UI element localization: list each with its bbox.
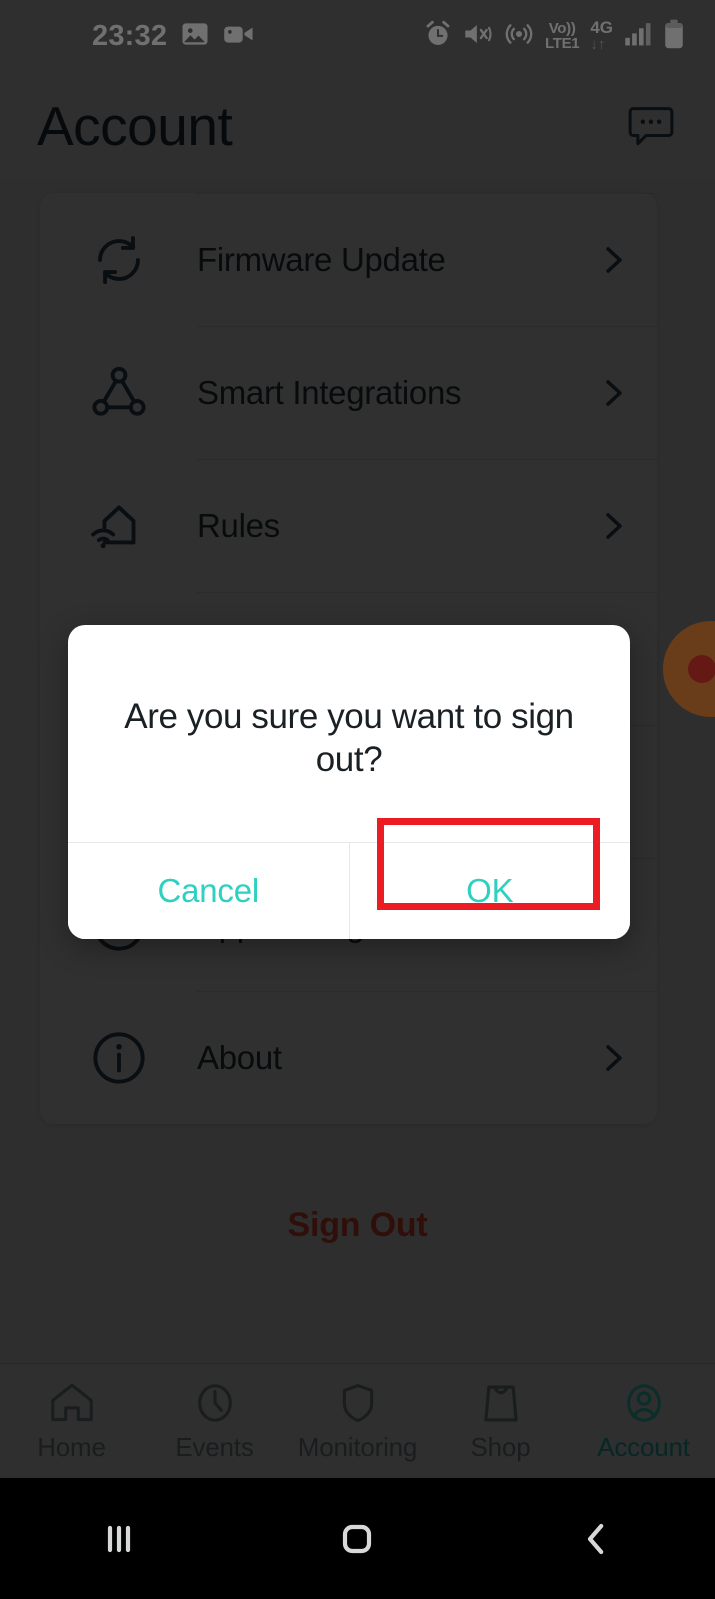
- dialog-message: Are you sure you want to sign out?: [124, 697, 574, 780]
- settings-row-label: Firmware Update: [197, 240, 446, 278]
- home-icon: [48, 1378, 96, 1428]
- settings-row-label: About: [197, 1038, 282, 1076]
- settings-row-label: Rules: [197, 506, 280, 544]
- sync-refresh-icon: [40, 229, 197, 291]
- volte-indicator: Vo)) LTE1: [544, 20, 580, 52]
- tab-monitoring[interactable]: Monitoring: [286, 1364, 429, 1463]
- node-network-icon: [40, 362, 197, 424]
- volte-label-bottom: LTE1: [544, 35, 580, 52]
- android-nav-bar: [0, 1478, 715, 1599]
- shield-icon: [334, 1378, 382, 1428]
- record-dot-icon: [688, 655, 715, 683]
- signal-bars-icon: [624, 21, 652, 52]
- status-bar: 23:32 Vo)) LTE1 4G ↓↑: [0, 0, 715, 72]
- settings-row-smart-integrations[interactable]: Smart Integrations: [40, 326, 657, 459]
- ok-button[interactable]: OK: [348, 842, 630, 939]
- clock-icon: [191, 1378, 239, 1428]
- chevron-right-icon: [571, 509, 657, 543]
- network-type-label: 4G: [590, 18, 613, 38]
- sign-out-dialog: Are you sure you want to sign out? Cance…: [68, 625, 630, 939]
- tab-label: Shop: [470, 1432, 531, 1462]
- settings-row-rules[interactable]: Rules: [40, 459, 657, 592]
- recents-icon[interactable]: [49, 1515, 189, 1563]
- chevron-right-icon: [571, 243, 657, 277]
- image-icon: [180, 19, 210, 54]
- settings-row-about[interactable]: About: [40, 991, 657, 1124]
- settings-row-firmware-update[interactable]: Firmware Update: [40, 193, 657, 326]
- user-circle-icon: [620, 1378, 668, 1428]
- chat-bubble-dots-icon[interactable]: [625, 102, 677, 150]
- cancel-button[interactable]: Cancel: [68, 842, 349, 939]
- status-bar-right: Vo)) LTE1 4G ↓↑: [424, 19, 685, 54]
- smart-home-wifi-icon: [40, 495, 197, 557]
- video-camera-icon: [223, 19, 255, 54]
- tab-label: Monitoring: [297, 1432, 418, 1462]
- status-bar-left: 23:32: [92, 19, 255, 54]
- shop-bag-icon: [477, 1378, 525, 1428]
- tab-events[interactable]: Events: [143, 1364, 286, 1463]
- tab-shop[interactable]: Shop: [429, 1364, 572, 1463]
- settings-row-label: Smart Integrations: [197, 373, 462, 411]
- tab-label: Events: [175, 1432, 254, 1462]
- bottom-tab-bar: Home Events Monitoring Shop Account: [0, 1363, 715, 1478]
- data-arrows-label: ↓↑: [590, 36, 606, 54]
- mute-vibrate-icon: [463, 20, 493, 53]
- phone-screen: 23:32 Vo)) LTE1 4G ↓↑ Account Firmware U…: [0, 0, 715, 1599]
- hotspot-icon: [504, 20, 534, 53]
- tab-account[interactable]: Account: [572, 1364, 715, 1463]
- chevron-right-icon: [571, 1041, 657, 1075]
- status-clock: 23:32: [92, 19, 168, 52]
- chevron-right-icon: [571, 376, 657, 410]
- app-bar: Account: [0, 72, 715, 180]
- dialog-actions: Cancel OK: [68, 841, 630, 939]
- volte-label-top: Vo)): [548, 20, 576, 37]
- alarm-clock-icon: [424, 20, 452, 53]
- tab-label: Home: [37, 1432, 106, 1462]
- page-title: Account: [37, 94, 233, 157]
- back-chevron-icon[interactable]: [526, 1515, 666, 1563]
- home-square-icon[interactable]: [287, 1515, 427, 1563]
- battery-icon: [663, 19, 685, 54]
- info-circle-icon: [40, 1027, 197, 1089]
- tab-home[interactable]: Home: [0, 1364, 143, 1463]
- sign-out-button[interactable]: Sign Out: [0, 1206, 715, 1245]
- network-type-indicator: 4G ↓↑: [590, 19, 613, 53]
- tab-label: Account: [597, 1432, 690, 1462]
